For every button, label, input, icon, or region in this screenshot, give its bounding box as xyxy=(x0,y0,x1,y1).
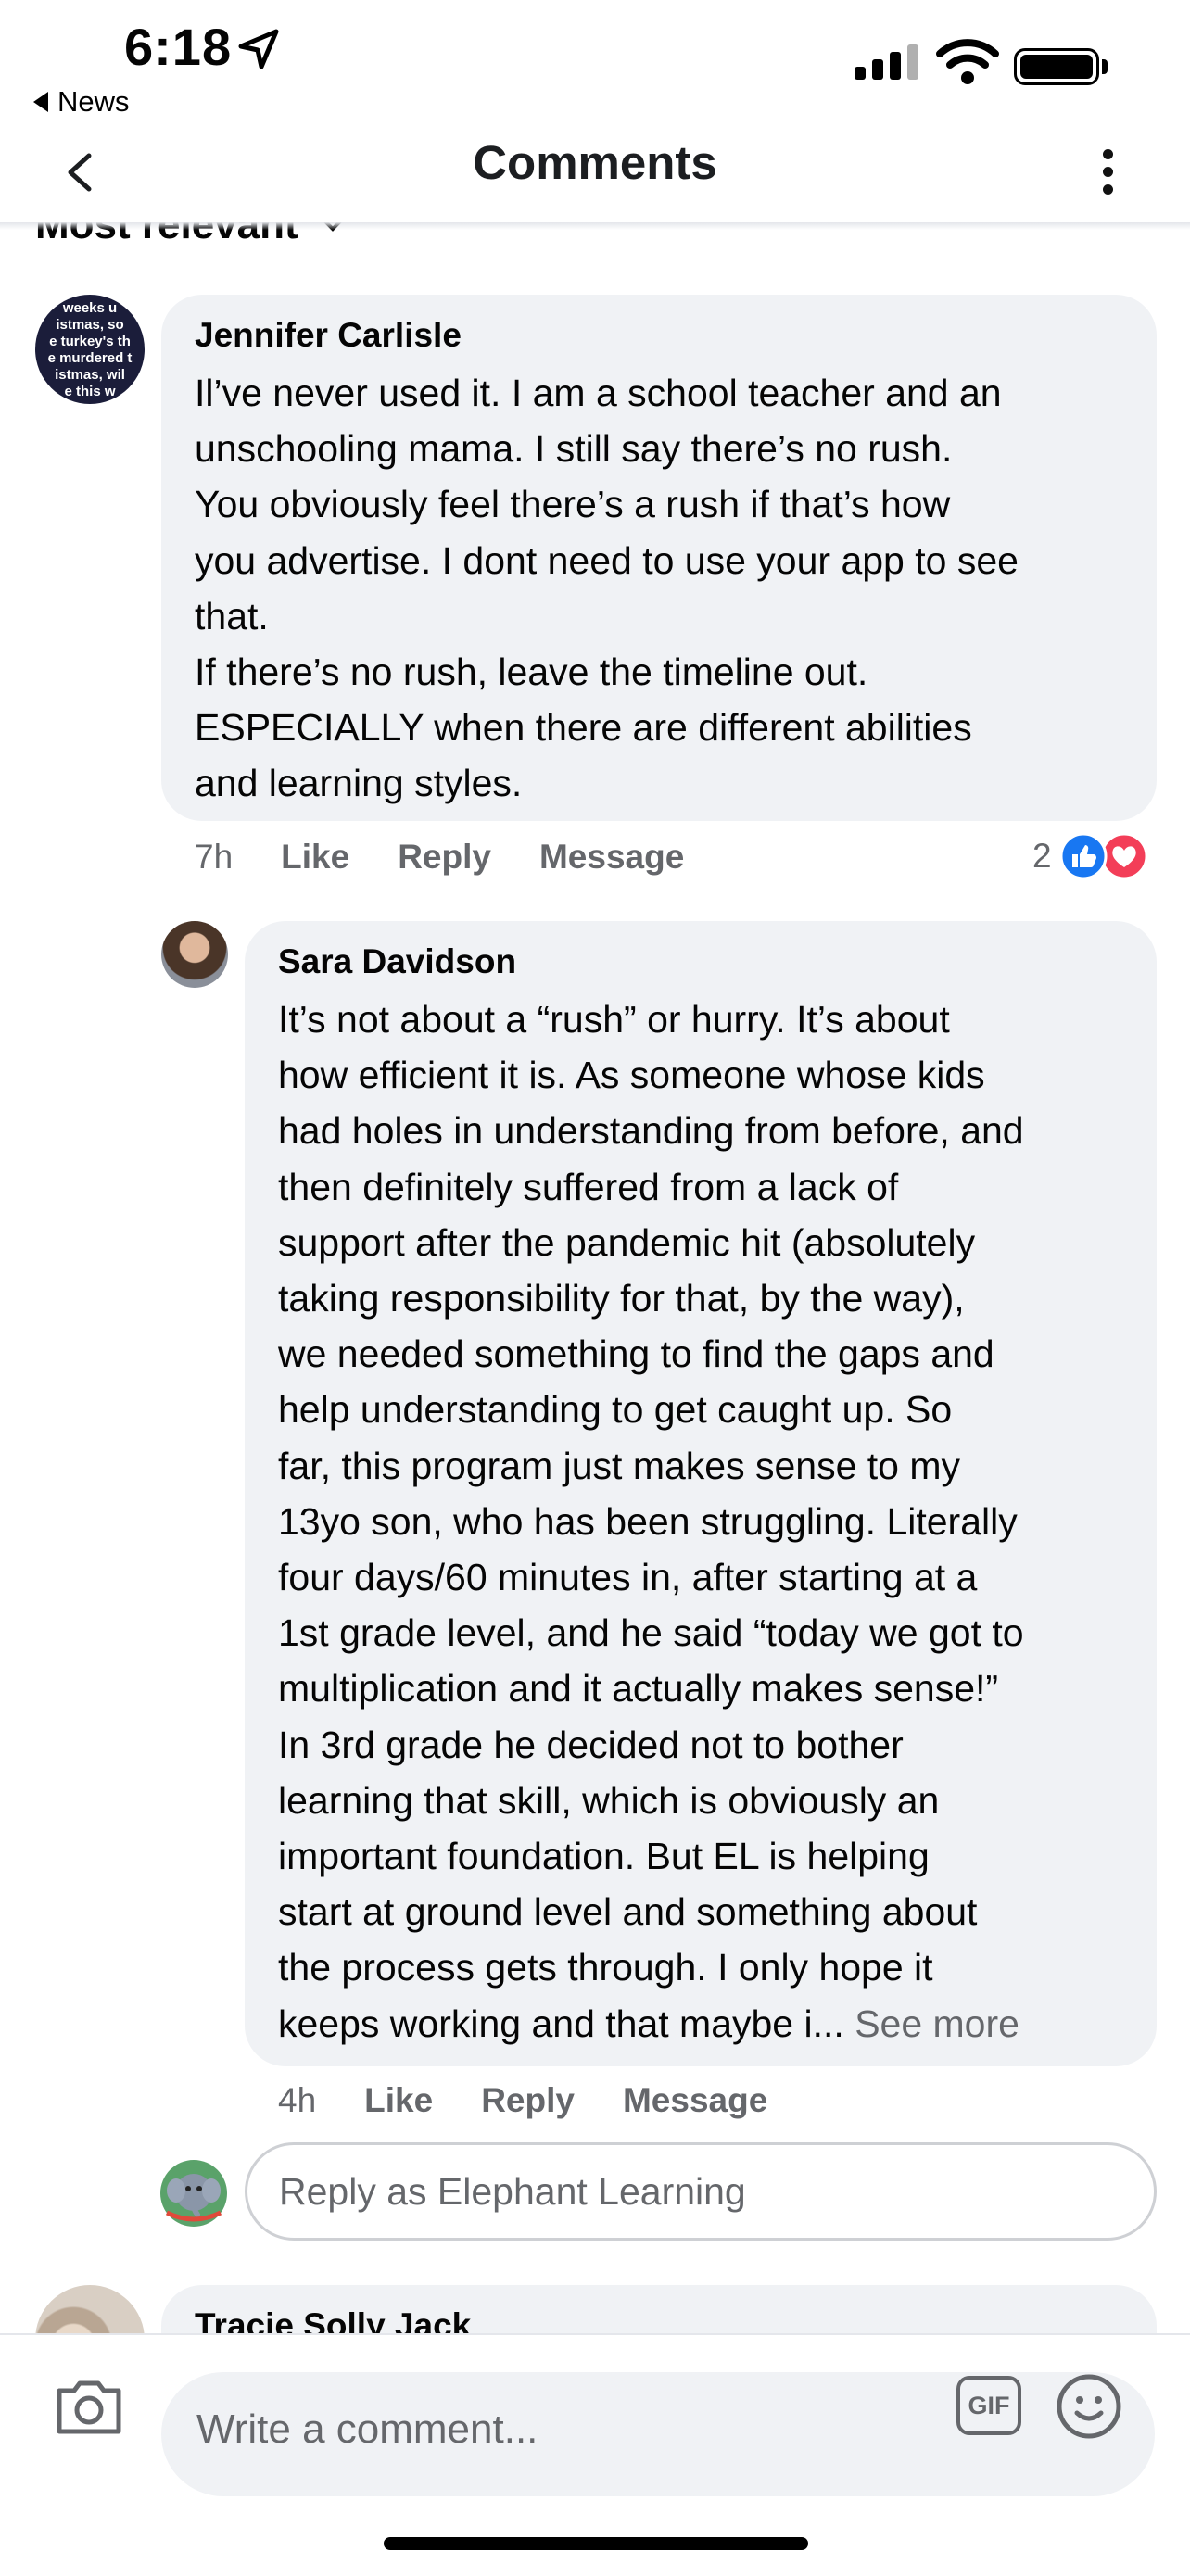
back-to-app-link[interactable]: News xyxy=(33,85,130,119)
comment-bubble[interactable]: Sara Davidson It’s not about a “rush” or… xyxy=(245,921,1157,2066)
reply-input[interactable]: Reply as Elephant Learning xyxy=(245,2142,1157,2241)
reply-button[interactable]: Reply xyxy=(398,838,491,877)
reply-button[interactable]: Reply xyxy=(481,2081,575,2120)
location-arrow-icon xyxy=(238,29,279,69)
page-title: Comments xyxy=(473,136,717,189)
like-icon xyxy=(1059,832,1108,880)
gif-label: GIF xyxy=(968,2391,1010,2419)
battery-cap xyxy=(1102,59,1108,74)
battery-icon xyxy=(1014,48,1099,85)
like-button[interactable]: Like xyxy=(281,838,349,877)
see-more-link[interactable]: See more xyxy=(855,2002,1019,2045)
elephant-learning-avatar-icon xyxy=(160,2160,227,2227)
comment-actions: 4h Like Reply Message xyxy=(278,2081,767,2120)
home-indicator xyxy=(384,2537,808,2550)
comment-text-body: It’s not about a “rush” or hurry. It’s a… xyxy=(278,998,1024,2045)
header-divider xyxy=(0,222,1190,230)
like-button[interactable]: Like xyxy=(364,2081,433,2120)
avatar-jennifer[interactable]: weeks u istmas, so e turkey's th e murde… xyxy=(35,295,145,404)
back-triangle-icon xyxy=(33,92,48,112)
comment-text: It’s not about a “rush” or hurry. It’s a… xyxy=(278,991,1123,2052)
back-app-label: News xyxy=(57,85,130,118)
more-options-icon[interactable] xyxy=(1094,139,1121,204)
message-button[interactable]: Message xyxy=(623,2081,767,2120)
comment-author[interactable]: Sara Davidson xyxy=(278,941,1123,982)
comment-time: 7h xyxy=(195,838,234,876)
reaction-summary[interactable]: 2 xyxy=(1032,832,1148,880)
status-time: 6:18 xyxy=(124,18,233,76)
emoji-icon[interactable] xyxy=(1055,2372,1123,2441)
comment-author[interactable]: Jennifer Carlisle xyxy=(195,315,1123,356)
comment-text: Il’ve never used it. I am a school teach… xyxy=(195,372,1019,805)
reaction-count: 2 xyxy=(1032,837,1052,875)
cellular-signal-icon xyxy=(855,44,918,80)
gif-button[interactable]: GIF xyxy=(956,2376,1021,2435)
reply-placeholder: Reply as Elephant Learning xyxy=(279,2169,746,2213)
avatar-sara[interactable] xyxy=(161,921,228,988)
comment-time: 4h xyxy=(278,2081,317,2119)
comment-placeholder: Write a comment... xyxy=(196,2406,538,2452)
comment-bubble[interactable]: Jennifer Carlisle Il’ve never used it. I… xyxy=(161,295,1157,821)
avatar-text: weeks u istmas, so e turkey's th e murde… xyxy=(47,300,133,399)
comment-actions: 7h Like Reply Message xyxy=(195,838,684,877)
camera-icon[interactable] xyxy=(52,2374,126,2439)
message-button[interactable]: Message xyxy=(539,838,684,877)
wifi-icon xyxy=(936,39,999,84)
